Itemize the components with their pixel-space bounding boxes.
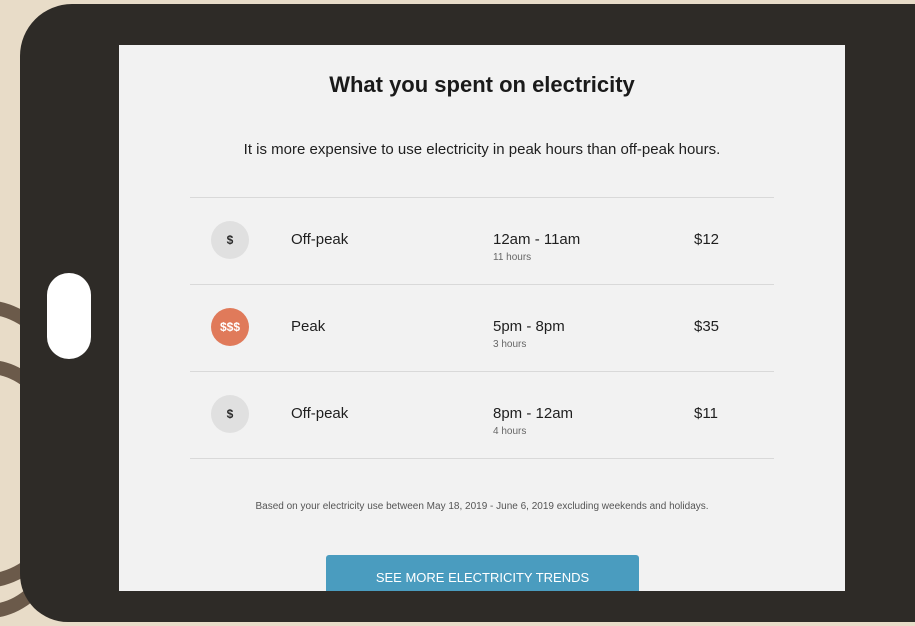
home-button[interactable] bbox=[47, 273, 91, 359]
rate-duration: 11 hours bbox=[493, 252, 532, 263]
rate-label: Off-peak bbox=[291, 231, 349, 248]
rate-duration: 4 hours bbox=[493, 426, 527, 437]
usage-footnote: Based on your electricity use between Ma… bbox=[255, 501, 709, 512]
tablet-screen: What you spent on electricity It is more… bbox=[119, 45, 845, 591]
rate-cost: $35 bbox=[694, 318, 720, 335]
triple-dollar-icon: $$$ bbox=[211, 308, 249, 346]
rate-time: 12am - 11am bbox=[493, 231, 581, 248]
see-more-trends-button[interactable]: SEE MORE ELECTRICITY TRENDS bbox=[326, 555, 639, 591]
rate-duration: 3 hours bbox=[493, 339, 527, 350]
rate-label: Off-peak bbox=[291, 405, 349, 422]
page-subtitle: It is more expensive to use electricity … bbox=[243, 141, 721, 158]
rate-table: $ Off-peak 12am - 11am 11 hours $12 $$$ … bbox=[190, 197, 774, 459]
dollar-icon: $ bbox=[211, 395, 249, 433]
rate-cost: $11 bbox=[694, 405, 718, 422]
rate-cost: $12 bbox=[694, 231, 720, 248]
rate-row-off-peak-morning: $ Off-peak 12am - 11am 11 hours $12 bbox=[190, 198, 774, 285]
rate-time: 8pm - 12am bbox=[493, 405, 574, 422]
rate-row-peak: $$$ Peak 5pm - 8pm 3 hours $35 bbox=[190, 285, 774, 372]
page-title: What you spent on electricity bbox=[329, 72, 635, 97]
rate-label: Peak bbox=[291, 318, 326, 335]
rate-time: 5pm - 8pm bbox=[493, 318, 565, 335]
dollar-icon: $ bbox=[211, 221, 249, 259]
rate-row-off-peak-evening: $ Off-peak 8pm - 12am 4 hours $11 bbox=[190, 372, 774, 459]
